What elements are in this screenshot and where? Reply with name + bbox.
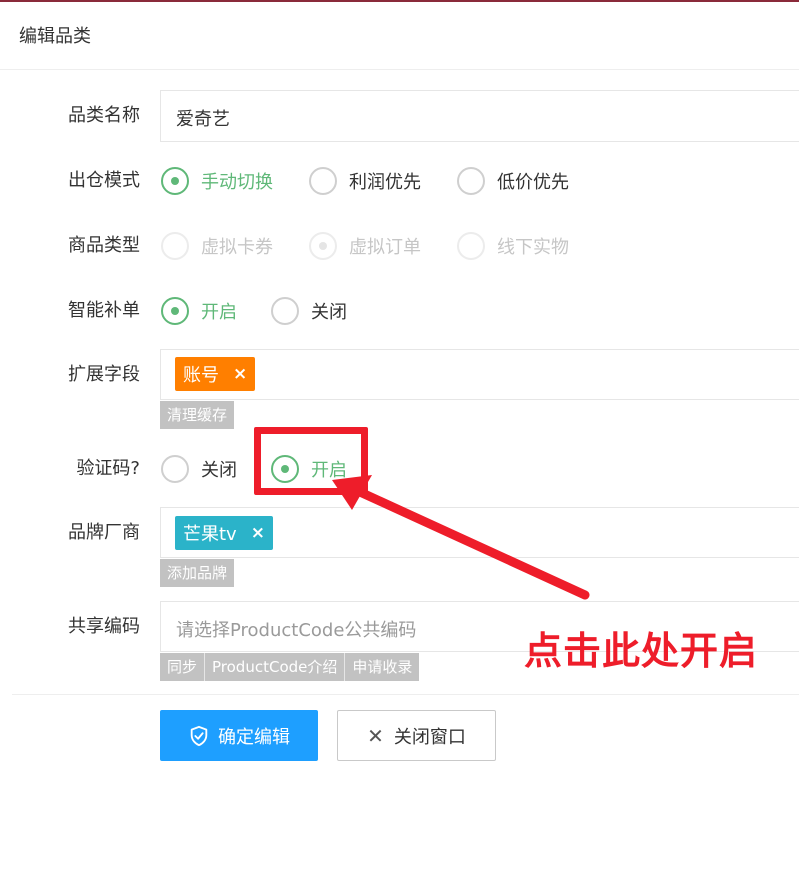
- radio-label: 低价优先: [497, 172, 569, 193]
- close-icon[interactable]: ×: [233, 364, 247, 384]
- radio-label: 利润优先: [349, 172, 421, 193]
- tag-label: 账号: [183, 365, 219, 386]
- radio-warehouse-lowprice[interactable]: 低价优先: [457, 166, 569, 196]
- radio-label: 开启: [201, 302, 237, 323]
- name-label: 品类名称: [68, 105, 140, 126]
- radio-label: 线下实物: [497, 237, 569, 258]
- share-code-actions: 同步 ProductCode介绍 申请收录: [160, 653, 420, 681]
- close-icon[interactable]: ×: [251, 523, 265, 543]
- annotation-text: 点击此处开启: [524, 629, 759, 673]
- apply-inclusion-button[interactable]: 申请收录: [345, 653, 420, 681]
- tag-brand: 芒果tv ×: [175, 516, 273, 550]
- radio-label: 关闭: [201, 460, 237, 481]
- radio-circle-icon: [457, 232, 485, 260]
- radio-circle-icon: [271, 297, 299, 325]
- radio-label: 关闭: [311, 302, 347, 323]
- tag-label: 芒果tv: [183, 524, 237, 545]
- shield-check-icon: [190, 725, 208, 746]
- close-icon: ✕: [367, 723, 384, 748]
- brand-label: 品牌厂商: [68, 522, 140, 543]
- smart-reorder-label: 智能补单: [68, 300, 140, 321]
- extension-fields-label: 扩展字段: [68, 364, 140, 385]
- radio-type-offline: 线下实物: [457, 231, 569, 261]
- confirm-edit-label: 确定编辑: [218, 726, 290, 748]
- radio-captcha-off[interactable]: 关闭: [161, 454, 237, 484]
- share-code-label: 共享编码: [68, 616, 140, 637]
- radio-warehouse-manual[interactable]: 手动切换: [161, 166, 273, 196]
- extension-fields-input[interactable]: [160, 349, 799, 400]
- radio-label: 虚拟卡券: [201, 237, 273, 258]
- tag-account: 账号 ×: [175, 357, 256, 391]
- radio-type-virtual-card: 虚拟卡券: [161, 231, 273, 261]
- radio-circle-icon: [309, 232, 337, 260]
- clear-cache-button[interactable]: 清理缓存: [160, 401, 235, 429]
- radio-circle-icon: [161, 167, 189, 195]
- name-input[interactable]: 爱奇艺: [160, 90, 799, 142]
- radio-reorder-on[interactable]: 开启: [161, 296, 237, 326]
- productcode-intro-button[interactable]: ProductCode介绍: [205, 653, 346, 681]
- radio-label: 虚拟订单: [349, 237, 421, 258]
- close-window-label: 关闭窗口: [393, 726, 466, 748]
- product-type-label: 商品类型: [68, 235, 140, 256]
- add-brand-button[interactable]: 添加品牌: [160, 559, 235, 587]
- radio-circle-icon: [161, 297, 189, 325]
- sync-button[interactable]: 同步: [160, 653, 206, 681]
- radio-reorder-off[interactable]: 关闭: [271, 296, 347, 326]
- radio-label: 手动切换: [201, 172, 273, 193]
- confirm-edit-button[interactable]: 确定编辑: [160, 710, 318, 761]
- share-code-placeholder: 请选择ProductCode公共编码: [176, 620, 417, 641]
- radio-warehouse-profit[interactable]: 利润优先: [309, 166, 421, 196]
- radio-circle-icon: [161, 232, 189, 260]
- dialog-header: 编辑品类: [0, 2, 799, 70]
- radio-circle-icon: [161, 455, 189, 483]
- close-window-button[interactable]: ✕ 关闭窗口: [337, 710, 496, 761]
- captcha-label: 验证码?: [76, 458, 140, 479]
- radio-type-virtual-order: 虚拟订单: [309, 231, 421, 261]
- radio-circle-icon: [309, 167, 337, 195]
- footer-divider: [12, 694, 799, 695]
- annotation-highlight-box: [254, 427, 368, 495]
- dialog-title: 编辑品类: [19, 26, 91, 47]
- radio-circle-icon: [457, 167, 485, 195]
- warehouse-mode-label: 出仓模式: [68, 170, 140, 191]
- name-input-value: 爱奇艺: [176, 109, 230, 130]
